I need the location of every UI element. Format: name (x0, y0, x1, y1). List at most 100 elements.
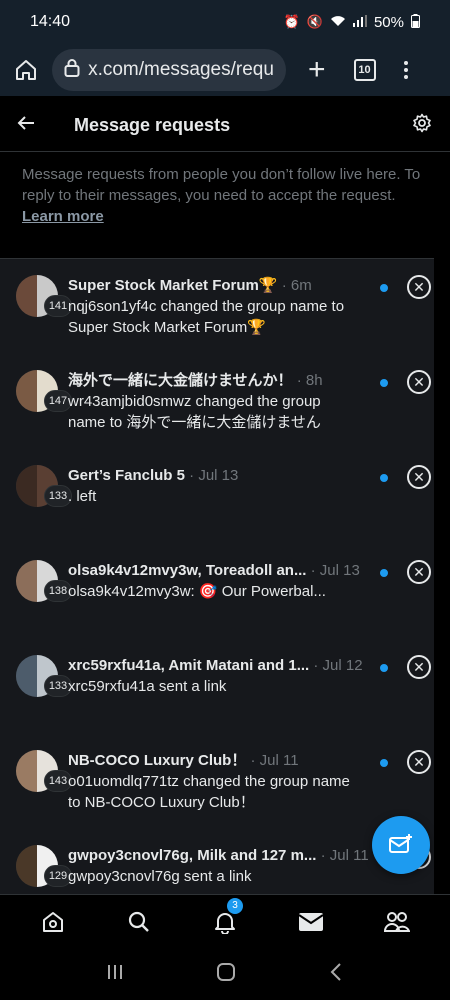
dismiss-button[interactable]: ✕ (407, 465, 431, 489)
tab-switcher-button[interactable]: 10 (353, 59, 376, 81)
nav-communities[interactable] (383, 908, 411, 936)
close-icon: ✕ (413, 753, 425, 770)
request-row[interactable]: 133 Gert’s Fanclub 5 · Jul 13 . left ✕ (0, 449, 434, 544)
request-row[interactable]: 141 Super Stock Market Forum🏆 · 6m nqj6s… (0, 259, 434, 354)
chevron-left-icon (330, 962, 341, 981)
unread-dot (380, 474, 388, 482)
home-circle-icon (217, 962, 235, 981)
nav-home[interactable] (39, 908, 67, 936)
dismiss-button[interactable]: ✕ (407, 560, 431, 584)
request-time: · 8h (296, 372, 323, 389)
request-list: 141 Super Stock Market Forum🏆 · 6m nqj6s… (0, 258, 434, 894)
dismiss-button[interactable]: ✕ (407, 275, 431, 299)
close-icon: ✕ (413, 658, 425, 675)
group-name: olsa9k4v12mvy3w, Toreadoll an... (68, 562, 307, 579)
system-nav-bar (0, 948, 450, 1000)
request-time: · Jul 13 (310, 562, 360, 579)
dismiss-button[interactable]: ✕ (407, 370, 431, 394)
avatar-left (16, 655, 37, 697)
home-icon (43, 911, 63, 932)
message-preview: olsa9k4v12mvy3w: 🎯 Our Powerbal... (68, 583, 326, 600)
request-time: · 6m (281, 277, 312, 294)
request-time: · Jul 13 (189, 467, 239, 484)
gear-icon (413, 113, 431, 133)
message-preview: o01uomdlq771tz changed the group name to… (68, 773, 350, 811)
unread-dot (380, 284, 388, 292)
unread-dot (380, 759, 388, 767)
dismiss-button[interactable]: ✕ (407, 655, 431, 679)
avatar-left (16, 465, 37, 507)
info-description: Message requests from people you don’t f… (22, 166, 421, 204)
close-icon: ✕ (413, 563, 425, 580)
system-back-button[interactable] (328, 962, 344, 987)
recent-apps-button[interactable] (106, 963, 124, 986)
learn-more-link[interactable]: Learn more (22, 208, 104, 225)
message-preview: wr43amjbid0smwz changed the group name t… (68, 393, 321, 431)
people-icon (384, 911, 410, 932)
message-preview: nqj6son1yf4c changed the group name to S… (68, 298, 345, 336)
nav-messages[interactable] (297, 908, 325, 936)
group-name: xrc59rxfu41a, Amit Matani and 1... (68, 657, 310, 674)
request-title: xrc59rxfu41a, Amit Matani and 1... · Jul… (68, 655, 368, 676)
status-time: 14:40 (30, 13, 71, 30)
back-button[interactable] (16, 113, 38, 138)
compose-mail-icon (389, 834, 412, 853)
arrow-left-icon (17, 116, 34, 130)
message-preview: . left (68, 488, 97, 505)
close-icon: ✕ (413, 278, 425, 295)
status-icons: ⏰ 🔇 50% (283, 13, 420, 31)
wifi-icon (330, 15, 346, 30)
home-button[interactable] (10, 54, 42, 86)
request-row[interactable]: 147 海外で一緒に大金儲けませんか！ · 8h wr43amjbid0smwz… (0, 354, 434, 449)
request-time: · Jul 11 (320, 847, 368, 864)
group-name: gwpoy3cnovl76g, Milk and 127 m... (68, 847, 317, 864)
lock-icon (64, 58, 82, 83)
dismiss-button[interactable]: ✕ (407, 750, 431, 774)
group-name: Super Stock Market Forum🏆 (68, 277, 278, 294)
group-name: 海外で一緒に大金儲けませんか！ (68, 372, 293, 389)
info-text: Message requests from people you don’t f… (22, 164, 432, 227)
nav-notifications[interactable]: 3 (211, 897, 243, 936)
scrollbar[interactable] (434, 258, 450, 894)
request-row[interactable]: 138 olsa9k4v12mvy3w, Toreadoll an... · J… (0, 544, 434, 639)
nav-search[interactable] (125, 908, 153, 936)
home-icon (16, 60, 36, 80)
request-title: 海外で一緒に大金儲けませんか！ · 8h (68, 370, 368, 391)
recents-icon (108, 964, 122, 979)
bottom-nav: 3 (0, 894, 450, 948)
request-row[interactable]: 143 NB-COCO Luxury Club！ · Jul 11 o01uom… (0, 734, 434, 829)
search-icon (128, 911, 149, 932)
avatar-left (16, 560, 37, 602)
request-row[interactable]: 133 xrc59rxfu41a, Amit Matani and 1... ·… (0, 639, 434, 734)
request-title: NB-COCO Luxury Club！ · Jul 11 (68, 750, 368, 771)
unread-dot (380, 664, 388, 672)
group-name: NB-COCO Luxury Club！ (68, 752, 247, 769)
mail-icon (298, 912, 324, 931)
browser-toolbar: x.com/messages/reques + 10 (0, 44, 450, 96)
request-time: · Jul 12 (313, 657, 363, 674)
message-preview: xrc59rxfu41a sent a link (68, 678, 227, 695)
close-icon: ✕ (413, 468, 425, 485)
page-title: Message requests (74, 115, 231, 135)
mute-icon: 🔇 (306, 14, 323, 29)
request-title: gwpoy3cnovl76g, Milk and 127 m... · Jul … (68, 845, 368, 866)
page-header: Message requests (0, 100, 450, 152)
request-row[interactable]: 129 gwpoy3cnovl76g, Milk and 127 m... · … (0, 829, 434, 894)
system-home-button[interactable] (216, 962, 236, 987)
avatar-left (16, 275, 37, 317)
address-bar[interactable]: x.com/messages/reques (52, 49, 286, 91)
notification-badge: 3 (227, 897, 243, 914)
settings-button[interactable] (412, 113, 434, 138)
more-menu-button[interactable] (403, 61, 408, 79)
request-time: · Jul 11 (250, 752, 299, 769)
new-message-button[interactable] (372, 816, 430, 874)
alarm-icon: ⏰ (283, 14, 300, 29)
battery-icon (411, 13, 420, 31)
message-preview: gwpoy3cnovl76g sent a link (68, 868, 252, 885)
new-tab-button[interactable]: + (308, 55, 326, 85)
avatar-left (16, 370, 37, 412)
url-text: x.com/messages/reques (88, 59, 274, 80)
group-name: Gert’s Fanclub 5 (68, 467, 185, 484)
request-title: Super Stock Market Forum🏆 · 6m (68, 275, 368, 296)
avatar-left (16, 845, 37, 887)
